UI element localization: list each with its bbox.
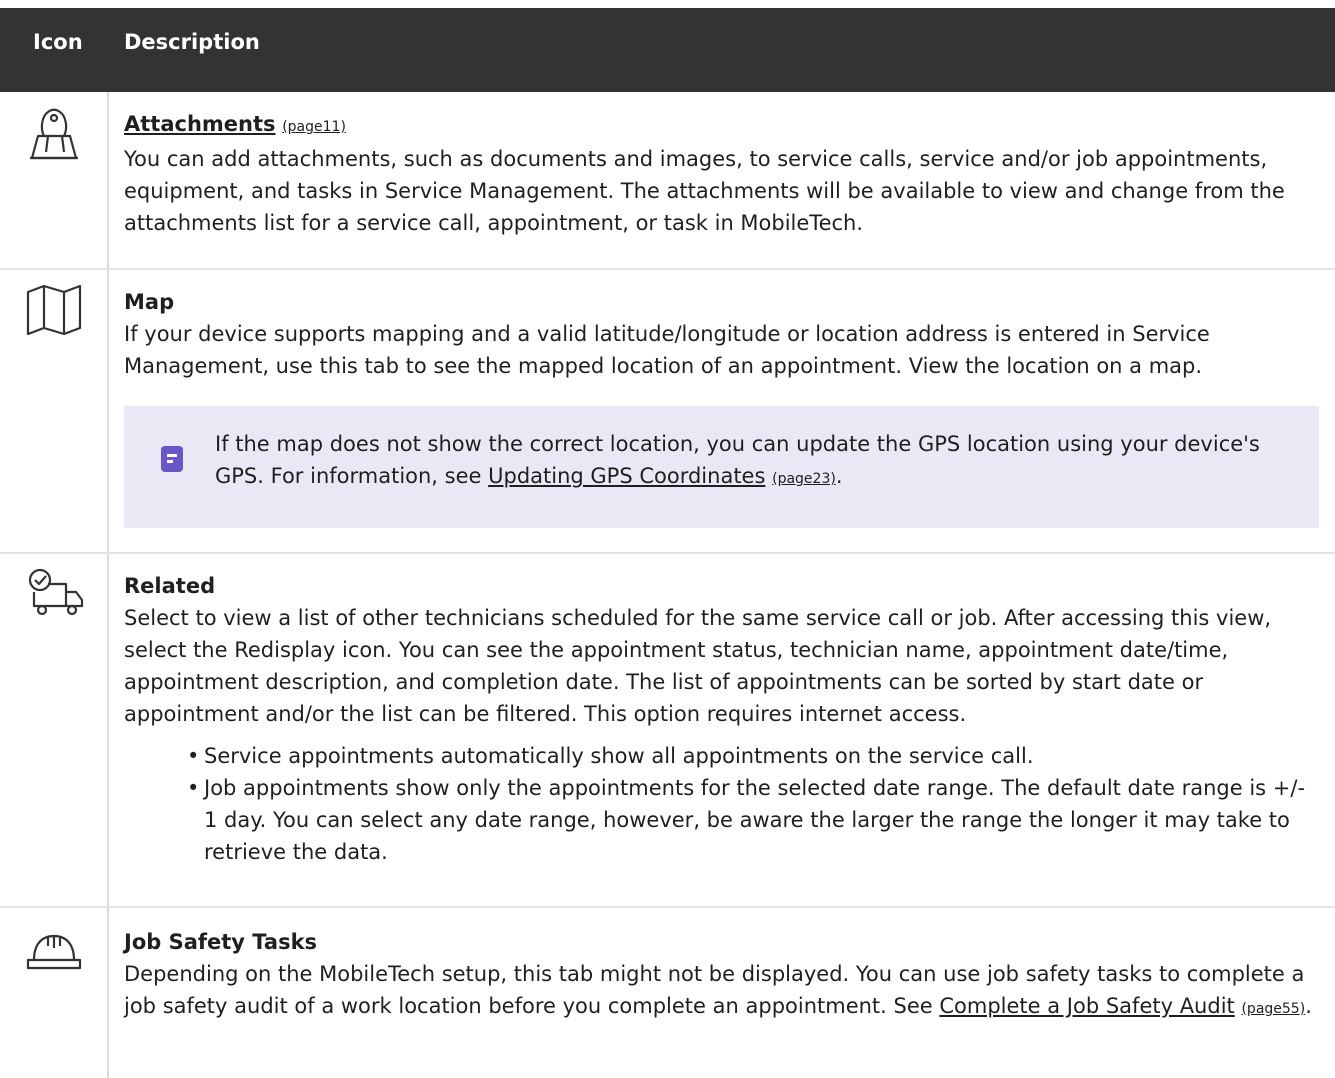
note-icon [161,446,183,476]
list-item: Service appointments automatically show … [124,740,1324,772]
map-body: If your device supports mapping and a va… [124,322,1210,378]
attachments-page-ref[interactable]: (page11) [282,119,346,135]
folded-map-icon [22,282,86,338]
binder-clip-icon [22,106,86,162]
map-note-text: If the map does not show the correct loc… [215,432,1260,488]
related-description: Related Select to view a list of other t… [124,570,1324,868]
attachments-body: You can add attachments, such as documen… [124,147,1285,235]
attachments-description: Attachments (page11) You can add attachm… [124,108,1324,239]
hard-hat-icon [22,922,86,978]
job-safety-title: Job Safety Tasks [124,930,318,954]
description-column-header: Description [124,30,260,54]
truck-check-icon [22,566,86,622]
map-description: Map If your device supports mapping and … [124,286,1324,382]
job-safety-description: Job Safety Tasks Depending on the Mobile… [124,926,1324,1025]
complete-audit-link[interactable]: Complete a Job Safety Audit [939,994,1234,1018]
icon-description-table: Icon Description Attachments (page11) Yo… [0,0,1335,1078]
icon-column-header: Icon [33,30,83,54]
updating-gps-link[interactable]: Updating GPS Coordinates [488,464,765,488]
list-item: Job appointments show only the appointme… [124,772,1324,868]
table-header: Icon Description [0,8,1335,92]
job-safety-body: Depending on the MobileTech setup, this … [124,962,1312,1018]
related-body: Select to view a list of other technicia… [124,606,1272,726]
map-note: If the map does not show the correct loc… [124,406,1319,528]
gps-page-ref[interactable]: (page23) [772,471,836,487]
audit-page-ref[interactable]: (page55) [1241,1001,1305,1017]
attachments-link[interactable]: Attachments [124,112,276,136]
related-bullets: Service appointments automatically show … [124,740,1324,868]
related-title: Related [124,574,216,598]
map-title: Map [124,290,175,314]
